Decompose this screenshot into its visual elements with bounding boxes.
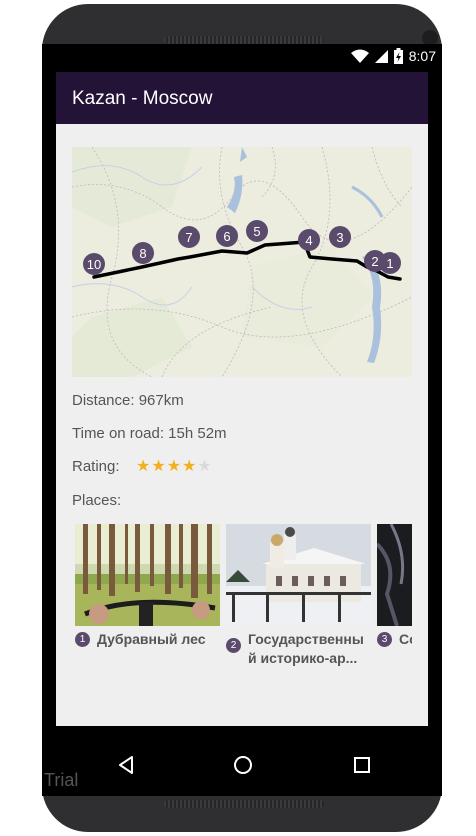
place-name: Дубравный лес [97, 631, 206, 647]
places-label: Places: [72, 492, 122, 509]
wifi-icon [350, 49, 369, 63]
page-title: Kazan - Moscow [72, 88, 213, 109]
place-number-badge: 2 [226, 638, 241, 653]
svg-text:5: 5 [253, 224, 260, 239]
svg-text:3: 3 [336, 230, 343, 245]
places-carousel[interactable]: 1 Дубравный лес 2 Государственны й истор… [72, 524, 412, 684]
star-icon: ★ [166, 458, 183, 475]
rating-label: Rating: [72, 458, 120, 475]
phone-screen: 8:07 Kazan - Moscow 10 8 7 6 5 4 3 2 1 D… [42, 44, 442, 796]
battery-charging-icon [393, 48, 403, 64]
svg-text:7: 7 [185, 230, 192, 245]
place-photo-forest [75, 524, 220, 626]
trial-watermark: Trial [44, 770, 79, 790]
recents-icon[interactable] [353, 756, 371, 774]
app-window: Kazan - Moscow 10 8 7 6 5 4 3 2 1 Distan… [56, 72, 428, 726]
map-marker-4[interactable]: 4 [298, 229, 320, 251]
home-icon[interactable] [233, 755, 253, 775]
app-bar: Kazan - Moscow [56, 72, 428, 124]
place-number-badge: 1 [75, 632, 90, 647]
place-name: Со [399, 631, 412, 647]
navigation-bar [42, 734, 442, 796]
star-empty-icon: ★ [197, 458, 213, 475]
map-marker-10[interactable]: 10 [83, 253, 105, 275]
place-photo-third [377, 524, 412, 626]
place-photo-monastery [226, 524, 371, 626]
time-on-road-text: Time on road: 15h 52m [72, 425, 227, 442]
status-time: 8:07 [408, 48, 436, 64]
svg-text:8: 8 [139, 246, 146, 261]
svg-text:1: 1 [386, 256, 393, 271]
svg-text:6: 6 [223, 229, 230, 244]
distance-text: Distance: 967km [72, 392, 184, 409]
route-map-canvas: 10 8 7 6 5 4 3 2 1 [72, 147, 412, 377]
map-marker-7[interactable]: 7 [178, 226, 200, 248]
rating-stars: ★★★★★ [136, 456, 213, 476]
back-icon[interactable] [118, 756, 134, 774]
svg-text:10: 10 [87, 257, 101, 272]
speaker-grill-top [164, 36, 324, 44]
signal-icon [374, 49, 388, 63]
map-marker-1[interactable]: 1 [379, 252, 401, 274]
svg-text:4: 4 [305, 233, 312, 248]
status-bar: 8:07 [42, 44, 442, 72]
star-icon: ★ [182, 458, 198, 475]
place-name: Государственны й историко-ар... [248, 631, 364, 666]
route-map[interactable]: 10 8 7 6 5 4 3 2 1 [72, 147, 412, 377]
speaker-grill-bottom [164, 800, 324, 808]
svg-text:2: 2 [371, 254, 378, 269]
map-marker-8[interactable]: 8 [132, 242, 154, 264]
star-icon: ★ [151, 458, 167, 475]
map-marker-3[interactable]: 3 [329, 226, 351, 248]
map-marker-5[interactable]: 5 [246, 220, 268, 242]
place-number-badge: 3 [377, 632, 392, 647]
map-marker-6[interactable]: 6 [216, 225, 238, 247]
star-icon: ★ [136, 458, 152, 475]
